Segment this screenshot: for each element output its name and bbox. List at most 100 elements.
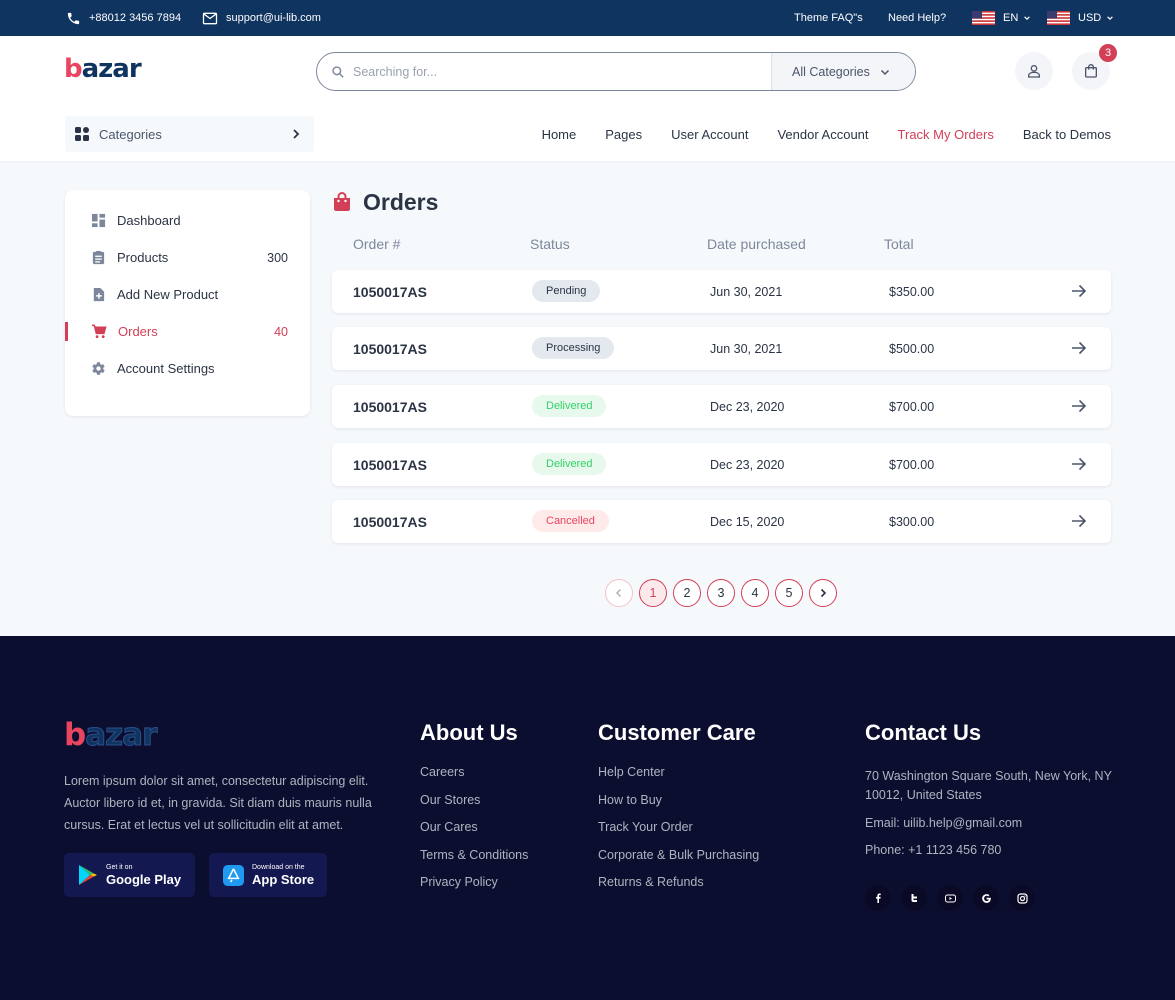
column-status: Status bbox=[530, 236, 570, 252]
table-row[interactable]: 1050017AS Delivered Dec 23, 2020 $700.00 bbox=[332, 385, 1111, 428]
sidebar-item-label: Orders bbox=[118, 324, 158, 339]
prev-page-button[interactable] bbox=[605, 579, 633, 607]
dashboard-icon bbox=[91, 213, 106, 228]
app-store-button[interactable]: Download on the App Store bbox=[209, 853, 327, 897]
page-button-4[interactable]: 4 bbox=[741, 579, 769, 607]
nav-home[interactable]: Home bbox=[542, 127, 577, 142]
sidebar-item-dashboard[interactable]: Dashboard bbox=[65, 202, 310, 239]
order-date: Dec 23, 2020 bbox=[710, 457, 785, 472]
table-row[interactable]: 1050017AS Pending Jun 30, 2021 $350.00 bbox=[332, 270, 1111, 313]
facebook-icon[interactable] bbox=[865, 885, 891, 911]
footer-link[interactable]: Help Center bbox=[598, 765, 759, 793]
order-total: $500.00 bbox=[889, 341, 935, 356]
logo-text: azar bbox=[81, 54, 142, 84]
footer-care-links: Help Center How to Buy Track Your Order … bbox=[598, 765, 759, 903]
currency-selector[interactable]: USD bbox=[1047, 0, 1114, 36]
page-button-2[interactable]: 2 bbox=[673, 579, 701, 607]
header: b azar Searching for... All Categories 3 … bbox=[0, 36, 1175, 161]
nav-back-to-demos[interactable]: Back to Demos bbox=[1023, 127, 1111, 142]
next-page-button[interactable] bbox=[809, 579, 837, 607]
arrow-right-icon[interactable] bbox=[1071, 284, 1087, 298]
footer-link[interactable]: How to Buy bbox=[598, 793, 759, 821]
search-input-area[interactable]: Searching for... bbox=[317, 53, 771, 90]
language-selector[interactable]: EN bbox=[972, 0, 1031, 36]
footer-link[interactable]: Our Cares bbox=[420, 820, 528, 848]
app-store-icon bbox=[223, 864, 244, 886]
faq-link[interactable]: Theme FAQ"s bbox=[794, 0, 863, 36]
twitter-icon[interactable] bbox=[901, 885, 927, 911]
order-date: Dec 23, 2020 bbox=[710, 399, 785, 414]
google-icon[interactable] bbox=[973, 885, 999, 911]
table-row[interactable]: 1050017AS Delivered Dec 23, 2020 $700.00 bbox=[332, 443, 1111, 486]
phone-contact[interactable]: +88012 3456 7894 bbox=[66, 0, 181, 36]
footer-link[interactable]: Corporate & Bulk Purchasing bbox=[598, 848, 759, 876]
page-button-1[interactable]: 1 bbox=[639, 579, 667, 607]
categories-button[interactable]: Categories bbox=[65, 116, 314, 152]
brand-logo[interactable]: b azar bbox=[64, 54, 142, 84]
logo-letter-b: b bbox=[64, 717, 86, 753]
footer-logo[interactable]: b azar bbox=[64, 717, 158, 753]
arrow-right-icon[interactable] bbox=[1071, 457, 1087, 471]
sidebar-item-account-settings[interactable]: Account Settings bbox=[65, 350, 310, 387]
footer-care-title: Customer Care bbox=[598, 720, 756, 745]
app-store-big: App Store bbox=[252, 872, 315, 887]
status-badge: Delivered bbox=[532, 453, 607, 475]
arrow-right-icon[interactable] bbox=[1071, 341, 1087, 355]
cart-icon bbox=[91, 324, 107, 339]
footer-link[interactable]: Our Stores bbox=[420, 793, 528, 821]
sidebar-item-add-new-product[interactable]: Add New Product bbox=[65, 276, 310, 313]
page-button-3[interactable]: 3 bbox=[707, 579, 735, 607]
table-row[interactable]: 1050017AS Cancelled Dec 15, 2020 $300.00 bbox=[332, 500, 1111, 543]
faq-link-label: Theme FAQ"s bbox=[794, 12, 863, 24]
page-button-5[interactable]: 5 bbox=[775, 579, 803, 607]
order-date: Dec 15, 2020 bbox=[710, 514, 785, 529]
sidebar-item-label: Products bbox=[117, 250, 169, 265]
nav-track-my-orders[interactable]: Track My Orders bbox=[898, 127, 994, 142]
sidebar-item-orders[interactable]: Orders 40 bbox=[65, 313, 310, 350]
nav-vendor-account[interactable]: Vendor Account bbox=[777, 127, 868, 142]
footer-link[interactable]: Terms & Conditions bbox=[420, 848, 528, 876]
logo-letter-b: b bbox=[64, 54, 83, 84]
order-date: Jun 30, 2021 bbox=[710, 284, 783, 299]
arrow-right-icon[interactable] bbox=[1071, 399, 1087, 413]
sidebar-item-products[interactable]: Products 300 bbox=[65, 239, 310, 276]
category-dropdown[interactable]: All Categories bbox=[771, 53, 915, 90]
phone-number: +88012 3456 7894 bbox=[89, 12, 182, 24]
order-total: $350.00 bbox=[889, 284, 935, 299]
status-badge: Delivered bbox=[532, 395, 607, 417]
sidebar-item-label: Add New Product bbox=[117, 287, 219, 302]
cart-button[interactable]: 3 bbox=[1072, 44, 1117, 90]
chevron-down-icon bbox=[1107, 16, 1114, 21]
table-row[interactable]: 1050017AS Processing Jun 30, 2021 $500.0… bbox=[332, 327, 1111, 370]
email-address: support@ui-lib.com bbox=[226, 12, 321, 24]
arrow-right-icon[interactable] bbox=[1071, 514, 1087, 528]
nav-pages[interactable]: Pages bbox=[605, 127, 642, 142]
currency-label: USD bbox=[1078, 12, 1102, 24]
sidebar-item-label: Dashboard bbox=[117, 213, 181, 228]
account-button[interactable] bbox=[1015, 52, 1053, 90]
footer-link[interactable]: Privacy Policy bbox=[420, 875, 528, 903]
footer-link[interactable]: Careers bbox=[420, 765, 528, 793]
chevron-down-icon bbox=[1024, 16, 1031, 21]
help-link[interactable]: Need Help? bbox=[888, 0, 946, 36]
gear-icon bbox=[92, 362, 105, 375]
google-play-icon bbox=[79, 865, 97, 885]
grid-icon bbox=[75, 127, 89, 141]
google-play-button[interactable]: Get it on Google Play bbox=[64, 853, 195, 897]
user-icon bbox=[1028, 65, 1040, 78]
google-play-big: Google Play bbox=[106, 872, 182, 887]
category-dropdown-label: All Categories bbox=[792, 64, 870, 79]
email-contact[interactable]: support@ui-lib.com bbox=[202, 0, 321, 36]
shopping-bag-icon bbox=[1085, 64, 1097, 78]
order-id: 1050017AS bbox=[353, 513, 427, 530]
nav-user-account[interactable]: User Account bbox=[671, 127, 748, 142]
footer-link[interactable]: Returns & Refunds bbox=[598, 875, 759, 903]
dashboard-sidebar: Dashboard Products 300 Add New Product O… bbox=[65, 190, 310, 416]
footer-contact-info: 70 Washington Square South, New York, NY… bbox=[865, 767, 1115, 860]
youtube-icon[interactable] bbox=[937, 885, 963, 911]
contact-phone: Phone: +1 1123 456 780 bbox=[865, 843, 1002, 857]
search-icon bbox=[332, 65, 344, 78]
contact-email: Email: uilib.help@gmail.com bbox=[865, 816, 1023, 830]
footer-link[interactable]: Track Your Order bbox=[598, 820, 759, 848]
instagram-icon[interactable] bbox=[1009, 885, 1035, 911]
